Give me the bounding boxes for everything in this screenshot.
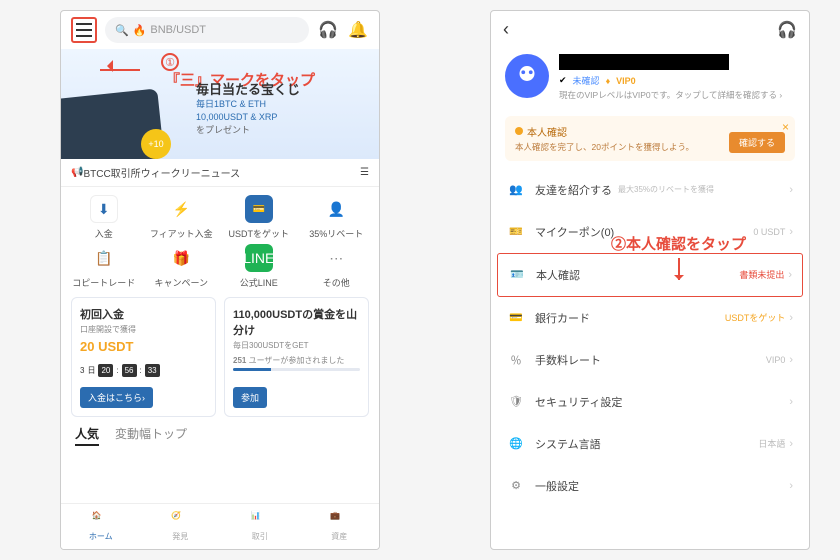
quick-deposit[interactable]: ⬇入金 bbox=[67, 195, 141, 240]
search-bar[interactable]: 🔍 🔥 BNB/USDT bbox=[105, 17, 309, 43]
chevron-right-icon: › bbox=[788, 269, 792, 281]
ticket-icon: 🎫 bbox=[507, 223, 525, 241]
hero-banner[interactable]: ① 『三』マークをタップ +10 毎日当たる宝くじ 毎日1BTC & ETH 1… bbox=[61, 49, 379, 159]
chevron-right-icon: › bbox=[789, 312, 793, 324]
search-icon: 🔍 bbox=[115, 24, 129, 37]
dot-icon bbox=[515, 127, 523, 135]
vip-badge: VIP0 bbox=[616, 76, 636, 86]
line-icon: LINE bbox=[245, 244, 273, 272]
username-redacted bbox=[559, 54, 729, 70]
promo-cards: 初回入金 口座開設で獲得 20 USDT 3日 20: 56: 33 入金はこち… bbox=[61, 297, 379, 417]
promo-prize-pool[interactable]: 110,000USDTの賞金を山分け 毎日300USDTをGET 251 ユーザ… bbox=[224, 297, 369, 417]
progress-bar bbox=[233, 368, 360, 371]
chevron-right-icon: › bbox=[789, 354, 793, 366]
list-icon[interactable]: ☰ bbox=[360, 167, 369, 178]
menu-referral[interactable]: 👥 友達を紹介する 最大35%のリベートを獲得 › bbox=[491, 169, 809, 211]
person-plus-icon: 👤 bbox=[322, 195, 350, 223]
profile-header: ✔ 未確認 ♦ VIP0 現在のVIPレベルはVIP0です。タップして詳細を確認… bbox=[491, 48, 809, 108]
gift-icon: 🎁 bbox=[167, 244, 195, 272]
countdown: 3日 20: 56: 33 bbox=[80, 364, 207, 377]
bell-icon[interactable]: 🔔 bbox=[347, 19, 369, 41]
nav-home[interactable]: 🏠ホーム bbox=[61, 504, 141, 549]
menu-coupons[interactable]: 🎫 マイクーポン(0) 0 USDT › bbox=[491, 211, 809, 253]
unverified-badge: 未確認 bbox=[573, 74, 600, 87]
quick-fiat[interactable]: ⚡フィアット入金 bbox=[145, 195, 219, 240]
compass-icon: 🧭 bbox=[171, 511, 189, 529]
hamburger-menu-button[interactable] bbox=[71, 17, 97, 43]
verify-icon: ✔ bbox=[559, 75, 567, 86]
quick-campaign[interactable]: 🎁キャンペーン bbox=[145, 244, 219, 289]
quick-actions: ⬇入金 ⚡フィアット入金 💳USDTをゲット 👤35%リベート 📋コピートレード… bbox=[61, 187, 379, 297]
quick-usdt[interactable]: 💳USDTをゲット bbox=[222, 195, 296, 240]
chevron-right-icon: › bbox=[789, 438, 793, 450]
verify-button[interactable]: 確認する bbox=[729, 132, 785, 153]
nav-assets[interactable]: 💼資産 bbox=[300, 504, 380, 549]
plus-10-badge: +10 bbox=[141, 129, 171, 159]
lightning-icon: ⚡ bbox=[167, 195, 195, 223]
headset-icon[interactable]: 🎧 bbox=[777, 20, 797, 40]
menu-general[interactable]: ⚙ 一般設定 › bbox=[491, 465, 809, 507]
more-icon: ⋯ bbox=[322, 244, 350, 272]
bottom-nav: 🏠ホーム 🧭発見 📊取引 💼資産 bbox=[61, 503, 379, 549]
menu-fee-rate[interactable]: ％ 手数料レート VIP0 › bbox=[491, 339, 809, 381]
bank-card-icon: 💳 bbox=[507, 309, 525, 327]
wallet-icon: 💼 bbox=[330, 511, 348, 529]
avatar[interactable] bbox=[505, 54, 549, 98]
search-text: BNB/USDT bbox=[150, 24, 206, 36]
top-bar: 🔍 🔥 BNB/USDT 🎧 🔔 bbox=[61, 11, 379, 49]
vip-description[interactable]: 現在のVIPレベルはVIP0です。タップして詳細を確認する › bbox=[559, 90, 795, 102]
quick-other[interactable]: ⋯その他 bbox=[300, 244, 374, 289]
id-card-icon: 🪪 bbox=[508, 266, 526, 284]
chevron-right-icon: › bbox=[789, 226, 793, 238]
gear-icon: ⚙ bbox=[507, 477, 525, 495]
menu-kyc[interactable]: 🪪 本人確認 書類未提出 › bbox=[497, 253, 803, 297]
news-ticker[interactable]: 📢 BTCC取引所ウィークリーニュース ☰ bbox=[61, 159, 379, 187]
menu-security[interactable]: 🛡 セキュリティ設定 › bbox=[491, 381, 809, 423]
phone-home-screen: 🔍 🔥 BNB/USDT 🎧 🔔 ① 『三』マークをタップ +10 毎日当たる宝… bbox=[60, 10, 380, 550]
globe-icon: 🌐 bbox=[507, 435, 525, 453]
join-button[interactable]: 参加 bbox=[233, 387, 267, 408]
card-icon: 💳 bbox=[245, 195, 273, 223]
tab-popular[interactable]: 人気 bbox=[75, 425, 99, 446]
chevron-right-icon: › bbox=[789, 480, 793, 492]
market-tabs: 人気 変動幅トップ bbox=[61, 417, 379, 450]
deposit-cta-button[interactable]: 入金はこちら › bbox=[80, 387, 153, 408]
copy-icon: 📋 bbox=[90, 244, 118, 272]
crown-icon: ♦ bbox=[606, 76, 611, 86]
profile-top-bar: ‹ 🎧 bbox=[491, 11, 809, 48]
nav-discover[interactable]: 🧭発見 bbox=[141, 504, 221, 549]
percent-icon: ％ bbox=[507, 351, 525, 369]
fire-icon: 🔥 bbox=[133, 24, 147, 37]
quick-copytrade[interactable]: 📋コピートレード bbox=[67, 244, 141, 289]
headset-icon[interactable]: 🎧 bbox=[317, 19, 339, 41]
verify-banner[interactable]: × 本人確認 本人確認を完了し、20ポイントを獲得しよう。 確認する bbox=[505, 116, 795, 161]
hero-title: 毎日当たる宝くじ bbox=[196, 79, 300, 98]
annotation-1: ① 『三』マークをタップ bbox=[81, 55, 179, 71]
home-icon: 🏠 bbox=[92, 511, 110, 529]
people-icon: 👥 bbox=[507, 181, 525, 199]
back-button[interactable]: ‹ bbox=[503, 19, 509, 40]
speaker-icon: 📢 bbox=[71, 167, 83, 178]
chevron-right-icon: › bbox=[789, 184, 793, 196]
settings-menu: 👥 友達を紹介する 最大35%のリベートを獲得 › ②本人確認をタップ 🎫 マイ… bbox=[491, 169, 809, 507]
trade-icon: 📊 bbox=[251, 511, 269, 529]
chevron-right-icon: › bbox=[789, 396, 793, 408]
promo-first-deposit[interactable]: 初回入金 口座開設で獲得 20 USDT 3日 20: 56: 33 入金はこち… bbox=[71, 297, 216, 417]
menu-bank-card[interactable]: 💳 銀行カード USDTをゲット › bbox=[491, 297, 809, 339]
quick-line[interactable]: LINE公式LINE bbox=[222, 244, 296, 289]
menu-language[interactable]: 🌐 システム言語 日本語 › bbox=[491, 423, 809, 465]
phone-profile-screen: ‹ 🎧 ✔ 未確認 ♦ VIP0 現在のVIPレベルはVIP0です。タップして詳… bbox=[490, 10, 810, 550]
nav-trade[interactable]: 📊取引 bbox=[220, 504, 300, 549]
shield-icon: 🛡 bbox=[507, 393, 525, 411]
tab-movers[interactable]: 変動幅トップ bbox=[115, 425, 187, 446]
deposit-icon: ⬇ bbox=[90, 195, 118, 223]
quick-rebate[interactable]: 👤35%リベート bbox=[300, 195, 374, 240]
